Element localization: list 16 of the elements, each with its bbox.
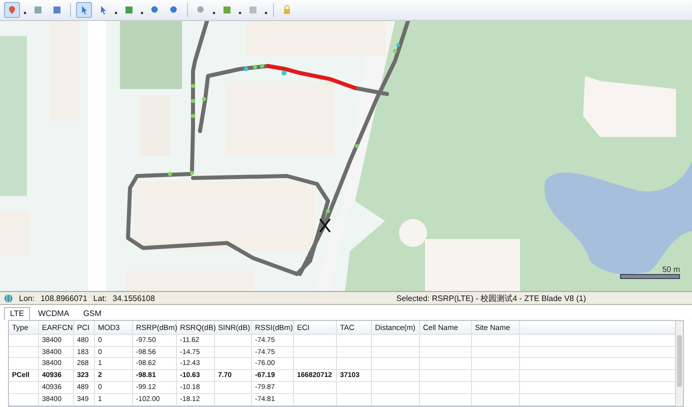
lat-value: 34.1556108 bbox=[112, 294, 155, 302]
globe-icon bbox=[4, 294, 13, 302]
lon-label: Lon: bbox=[19, 294, 35, 302]
tab[interactable]: LTE bbox=[4, 307, 30, 320]
zoom-out-icon[interactable] bbox=[169, 5, 179, 15]
tab[interactable]: WCDMA bbox=[32, 307, 76, 320]
zoom-in-icon[interactable] bbox=[150, 5, 160, 15]
map-pin-icon[interactable] bbox=[7, 5, 17, 15]
pointer-icon[interactable] bbox=[79, 5, 89, 15]
scale-bar bbox=[620, 274, 680, 279]
select-icon[interactable] bbox=[98, 5, 108, 15]
tab[interactable]: GSM bbox=[77, 307, 108, 320]
selection-text: Selected: RSRP(LTE) - 校园测试4 - ZTE Blade V8 (1) bbox=[396, 292, 586, 304]
lon-value: 108.8966071 bbox=[40, 294, 88, 302]
lat-label: Lat: bbox=[93, 294, 107, 302]
scale-label: 50 m bbox=[662, 265, 680, 274]
